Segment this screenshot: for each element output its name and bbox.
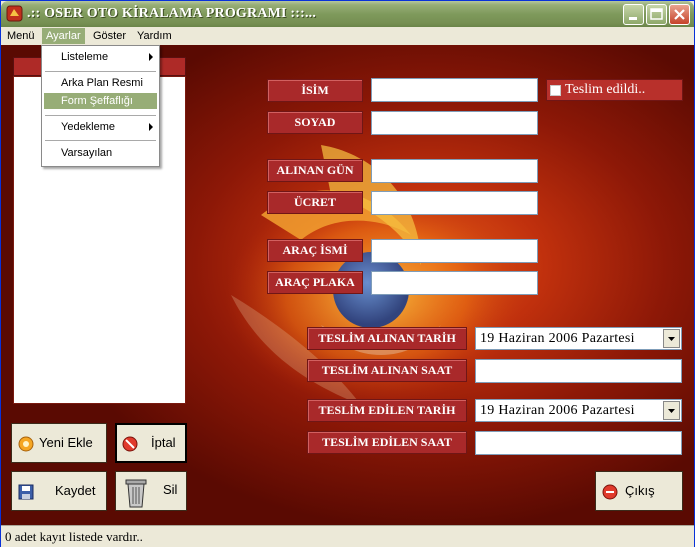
menu-yardim[interactable]: Yardım [133,28,176,44]
isim-label: İSİM [267,79,363,102]
chevron-down-icon [668,409,675,413]
dd-item-varsayilan[interactable]: Varsayılan [44,145,157,161]
submenu-arrow-icon [149,123,153,131]
status-bar: 0 adet kayıt listede vardır.. [1,525,694,547]
teslim-edilen-tarih-label: TESLİM EDİLEN TARİH [307,399,467,422]
title-bar[interactable]: .:: OSER OTO KİRALAMA PROGRAMI :::... [1,1,694,27]
yeni-ekle-label: Yeni Ekle [39,435,93,450]
menu-bar: Menü Ayarlar Göster Yardım [1,27,694,45]
teslim-alinan-tarih-picker[interactable]: 19 Haziran 2006 Pazartesi [475,327,682,350]
exit-icon [602,484,618,500]
trash-icon [125,479,147,508]
teslim-edildi-checkbox[interactable]: Teslim edildi.. [546,79,683,101]
dd-item-listeleme-label: Listeleme [61,51,109,63]
ucret-label: ÜCRET [267,191,363,214]
kaydet-label: Kaydet [55,483,96,498]
dd-item-yedekleme[interactable]: Yedekleme [44,119,157,135]
teslim-edildi-label: Teslim edildi.. [565,82,646,97]
chevron-down-icon [668,337,675,341]
arac-plaka-field[interactable] [371,271,538,295]
yeni-ekle-button[interactable]: Yeni Ekle [11,423,107,463]
cancel-icon [122,436,138,452]
teslim-edilen-saat-label: TESLİM EDİLEN SAAT [307,431,467,454]
maximize-icon [650,8,663,20]
dd-item-arka-plan-resmi-label: Arka Plan Resmi [61,77,143,89]
maximize-button[interactable] [646,4,667,25]
menu-goster[interactable]: Göster [89,28,130,44]
menu-separator [45,140,156,141]
teslim-alinan-saat-label: TESLİM ALINAN SAAT [307,359,467,382]
window-title: .:: OSER OTO KİRALAMA PROGRAMI :::... [27,6,317,21]
teslim-edilen-tarih-picker[interactable]: 19 Haziran 2006 Pazartesi [475,399,682,422]
alinan-gun-field[interactable] [371,159,538,183]
iptal-button[interactable]: İptal [115,423,187,463]
menu-ayarlar[interactable]: Ayarlar [42,28,85,44]
alinan-gun-label: ALINAN GÜN [267,159,363,182]
teslim-edilen-saat-field[interactable] [475,431,682,455]
sil-button[interactable]: Sil [115,471,187,511]
soyad-field[interactable] [371,111,538,135]
save-icon [18,484,34,500]
arac-ismi-label: ARAÇ İSMİ [267,239,363,262]
cikis-button[interactable]: Çıkış [595,471,683,511]
add-icon [18,436,34,452]
app-icon [6,5,23,22]
submenu-arrow-icon [149,53,153,61]
dd-item-form-seffafligi[interactable]: Form Şeffaflığı [44,93,157,109]
dd-item-form-seffafligi-label: Form Şeffaflığı [61,95,133,107]
menu-separator [45,71,156,72]
teslim-edilen-tarih-dropdown-button[interactable] [663,401,680,420]
checkbox-box[interactable] [550,85,561,96]
dd-item-listeleme[interactable]: Listeleme [44,49,157,65]
cikis-label: Çıkış [625,483,655,498]
dd-item-varsayilan-label: Varsayılan [61,147,113,159]
teslim-alinan-saat-field[interactable] [475,359,682,383]
menu-separator [45,115,156,116]
dd-item-yedekleme-label: Yedekleme [61,121,116,133]
close-button[interactable] [669,4,690,25]
isim-field[interactable] [371,78,538,102]
arac-plaka-label: ARAÇ PLAKA [267,271,363,294]
teslim-alinan-tarih-dropdown-button[interactable] [663,329,680,348]
iptal-label: İptal [151,435,176,450]
teslim-edilen-tarih-value: 19 Haziran 2006 Pazartesi [480,403,635,418]
close-icon [674,9,685,20]
ucret-field[interactable] [371,191,538,215]
ayarlar-dropdown-menu: Listeleme Arka Plan Resmi Form Şeffaflığ… [41,45,160,167]
status-text: 0 adet kayıt listede vardır.. [5,529,143,544]
teslim-alinan-tarih-label: TESLİM ALINAN TARİH [307,327,467,350]
menu-menu[interactable]: Menü [3,28,39,44]
teslim-alinan-tarih-value: 19 Haziran 2006 Pazartesi [480,331,635,346]
arac-ismi-field[interactable] [371,239,538,263]
sil-label: Sil [163,482,178,497]
kaydet-button[interactable]: Kaydet [11,471,107,511]
soyad-label: SOYAD [267,111,363,134]
minimize-icon [629,17,637,20]
dd-item-arka-plan-resmi[interactable]: Arka Plan Resmi [44,75,157,91]
minimize-button[interactable] [623,4,644,25]
main-window: .:: OSER OTO KİRALAMA PROGRAMI :::... Me… [0,0,695,547]
